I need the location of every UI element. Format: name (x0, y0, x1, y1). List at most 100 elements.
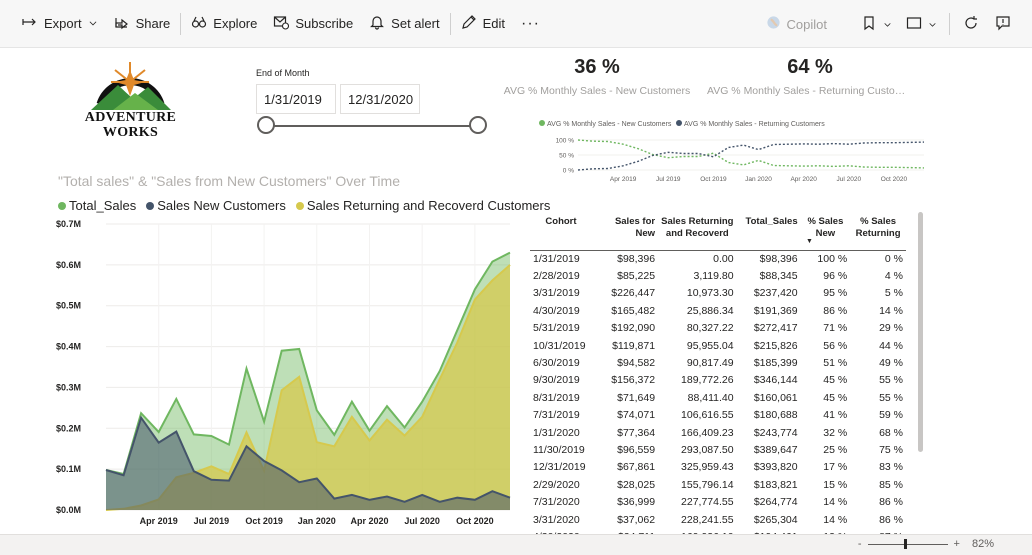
sales-area-chart[interactable]: $0.0M $0.1M $0.2M $0.3M $0.4M $0.5M $0.6M $0.7M… (48, 214, 518, 534)
adventure-works-logo: Adventure Works (73, 52, 188, 162)
table-row[interactable]: 11/30/2019 $96,559 293,087.50 $389,647 25 % 7… (530, 441, 906, 458)
kpi-returning-customers-label: AVG % Monthly Sales - Returning Custom..… (707, 85, 907, 97)
table-cell: $156,372 (611, 374, 656, 387)
table-cell: 56 % (823, 339, 848, 352)
legend-item-total[interactable]: Total_Sales (58, 198, 136, 213)
table-cell: 95,955.04 (686, 339, 734, 352)
table-cell: 325,959.43 (681, 461, 734, 474)
table-cell: 71 % (823, 322, 848, 335)
table-cell: 166,409.23 (681, 426, 734, 439)
legend-label: Sales New Customers (157, 198, 286, 213)
table-row[interactable]: 4/30/2019 $165,482 25,886.34 $191,369 86 % 14… (530, 302, 906, 319)
table-cell: 5/31/2019 (533, 322, 580, 335)
table-row[interactable]: 8/31/2019 $71,649 88,411.40 $160,061 45 % 55 … (530, 389, 906, 406)
table-row[interactable]: 7/31/2020 $36,999 227,774.55 $264,774 14 % 86… (530, 493, 906, 510)
toolbar-right-group: Copilot (758, 8, 1016, 40)
table-row[interactable]: 1/31/2019 $98,396 0.00 $98,396 100 % 0 % (530, 250, 906, 267)
table-cell: 3,119.80 (693, 270, 734, 283)
table-row[interactable]: 6/30/2019 $94,582 90,817.49 $185,399 51 % 49 … (530, 354, 906, 371)
header-pct-sales-returning[interactable]: % Sales Returning (850, 214, 906, 251)
zoom-out-button[interactable]: - (858, 538, 862, 550)
kpi-new-customers-value: 36 % (574, 56, 620, 78)
slider-end-handle[interactable] (469, 116, 487, 134)
edit-button[interactable]: Edit (453, 8, 513, 40)
report-canvas: Adventure Works End of Month 1/31/2019 1… (18, 48, 1022, 534)
explore-icon (191, 14, 207, 33)
zoom-level: 82% (971, 538, 994, 550)
subscribe-button[interactable]: Subscribe (265, 8, 361, 40)
date-range-slider-track[interactable] (266, 125, 478, 127)
table-cell: 32 % (823, 426, 848, 439)
header-cohort[interactable]: Cohort (530, 214, 592, 251)
table-cell: $119,871 (612, 339, 656, 352)
header-total-sales[interactable]: Total_Sales (736, 214, 801, 251)
table-cell: $37,062 (617, 513, 656, 526)
table-cell: $215,826 (753, 339, 798, 352)
legend-item-returning[interactable]: Sales Returning and Recoverd Customers (295, 198, 550, 213)
table-cell: $77,364 (617, 426, 656, 439)
area-chart-title: "Total sales" & "Sales from New Customer… (58, 173, 400, 189)
table-row[interactable]: 1/31/2020 $77,364 166,409.23 $243,774 32 % 68… (530, 424, 906, 441)
table-cell: $67,861 (617, 461, 656, 474)
set-alert-label: Set alert (391, 16, 440, 31)
share-button[interactable]: Share (106, 8, 179, 40)
table-row[interactable]: 9/30/2019 $156,372 189,772.26 $346,144 45 % 5… (530, 372, 906, 389)
export-button[interactable]: Export (14, 8, 106, 40)
view-button[interactable] (902, 8, 941, 40)
bookmark-icon (861, 15, 877, 34)
table-row[interactable]: 12/31/2019 $67,861 325,959.43 $393,820 17 % 8… (530, 459, 906, 476)
slicer-label: End of Month (256, 68, 310, 78)
table-cell: 95 % (823, 287, 848, 300)
refresh-button[interactable] (958, 8, 984, 40)
zoom-slider[interactable] (867, 538, 948, 549)
header-pct-new-label: % Sales New (807, 216, 844, 239)
zoom-in-button[interactable]: + (954, 538, 960, 550)
table-cell: $346,144 (753, 374, 798, 387)
table-row[interactable]: 7/31/2019 $74,071 106,616.55 $180,688 41 % 59… (530, 407, 906, 424)
x-tick-label: Apr 2020 (790, 176, 817, 183)
table-scrollbar[interactable] (918, 212, 923, 452)
slider-start-handle[interactable] (257, 116, 275, 134)
y-tick-label: 0 % (563, 168, 574, 175)
end-date-input[interactable]: 12/31/2020 (340, 84, 420, 114)
table-cell: 17 % (823, 461, 848, 474)
copilot-button[interactable]: Copilot (758, 8, 835, 40)
x-tick-label: Apr 2019 (140, 516, 178, 526)
header-sales-returning[interactable]: Sales Returning and Recoverd (658, 214, 737, 251)
bookmark-button[interactable] (857, 8, 896, 40)
more-options-button[interactable]: ··· (513, 8, 548, 40)
table-cell: $226,447 (611, 287, 656, 300)
y-tick-label: $0.2M (56, 423, 81, 433)
header-total-sales-label: Total_Sales (745, 216, 798, 227)
sort-descending-icon: ▼ (806, 238, 813, 245)
report-app: Export Share Explore Subscribe Set alert… (0, 0, 1032, 555)
logo-line2: Works (102, 125, 159, 140)
percent-line-chart[interactable]: AVG % Monthly Sales - New Customers AVG … (536, 118, 926, 188)
table-cell: $265,304 (753, 513, 798, 526)
table-cell: $36,999 (617, 496, 656, 509)
cohort-table[interactable]: Cohort Sales for New Sales Returning and… (530, 214, 930, 534)
start-date-input[interactable]: 1/31/2019 (256, 84, 336, 114)
table-row[interactable]: 3/31/2020 $37,062 228,241.55 $265,304 14 % 86… (530, 511, 906, 528)
comment-button[interactable] (990, 8, 1016, 40)
set-alert-button[interactable]: Set alert (361, 8, 447, 40)
share-label: Share (135, 16, 171, 31)
zoom-thumb[interactable] (903, 538, 907, 549)
x-tick-label: Jan 2020 (745, 176, 772, 183)
legend-label: Total_Sales (69, 198, 137, 213)
table-row[interactable]: 2/28/2019 $85,225 3,119.80 $88,345 96 % 4 % (530, 267, 906, 284)
table-cell: $28,025 (617, 478, 656, 491)
table-row[interactable]: 5/31/2019 $192,090 80,327.22 $272,417 71 % 29… (530, 320, 906, 337)
explore-button[interactable]: Explore (183, 8, 265, 40)
legend-item-new[interactable]: Sales New Customers (146, 198, 286, 213)
table-cell: $165,482 (611, 304, 656, 317)
table-row[interactable]: 10/31/2019 $119,871 95,955.04 $215,826 56 % 4… (530, 337, 906, 354)
subscribe-icon (273, 14, 290, 33)
table-row[interactable]: 2/29/2020 $28,025 155,796.14 $183,821 15 % 85… (530, 476, 906, 493)
table-row[interactable]: 3/31/2019 $226,447 10,973.30 $237,420 95 % 5 … (530, 285, 906, 302)
x-tick-label: Jul 2020 (836, 176, 861, 183)
toolbar-divider (949, 13, 950, 35)
table-cell: 1/31/2019 (533, 252, 580, 265)
header-sales-for-new[interactable]: Sales for New (591, 214, 659, 251)
table-cell: 6/30/2019 (533, 357, 580, 370)
